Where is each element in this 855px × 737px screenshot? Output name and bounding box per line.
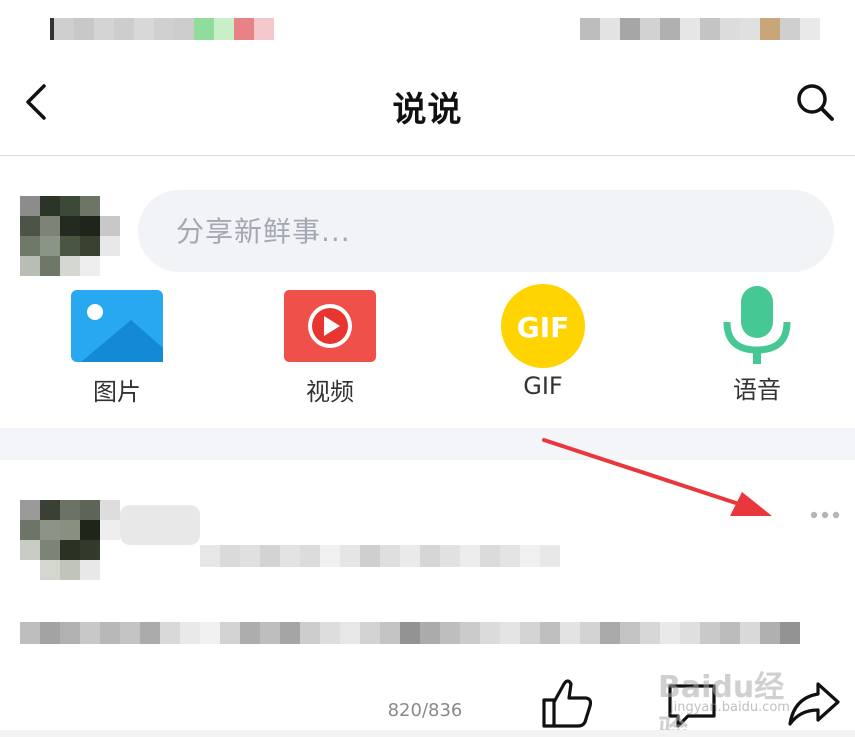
share-icon <box>788 682 840 726</box>
media-option-gif[interactable]: GIF GIF <box>478 284 608 400</box>
media-label-gif: GIF <box>523 372 563 400</box>
comment-icon <box>668 684 716 728</box>
post-meta-blurred <box>200 545 560 567</box>
post-author-avatar[interactable] <box>20 500 120 580</box>
bottom-edge <box>0 730 855 737</box>
image-icon <box>71 290 163 362</box>
gif-icon: GIF <box>501 284 585 368</box>
media-label-video: 视频 <box>306 378 354 406</box>
user-avatar[interactable] <box>20 196 120 276</box>
status-bar <box>0 0 855 58</box>
section-divider <box>0 428 855 460</box>
media-label-image: 图片 <box>93 378 141 406</box>
video-icon <box>284 290 376 362</box>
comment-button[interactable] <box>664 676 720 732</box>
status-bar-right-blurred <box>580 18 820 40</box>
post-body-blurred <box>20 622 800 644</box>
like-icon <box>542 679 593 728</box>
search-button[interactable] <box>793 80 837 124</box>
page-title: 说说 <box>392 90 463 130</box>
post-author-name-blurred <box>120 505 200 545</box>
share-status-input[interactable] <box>138 190 834 272</box>
media-option-voice[interactable]: 语音 <box>692 286 822 405</box>
more-dots-icon <box>810 511 840 519</box>
status-bar-left-blurred <box>50 18 274 40</box>
like-button[interactable] <box>540 676 596 732</box>
gif-icon-text: GIF <box>517 311 570 344</box>
media-option-video[interactable]: 视频 <box>265 290 395 407</box>
media-option-image[interactable]: 图片 <box>52 290 182 407</box>
search-icon <box>797 84 834 121</box>
share-button[interactable] <box>786 676 842 732</box>
post-more-options-button[interactable] <box>808 505 848 525</box>
microphone-icon <box>723 286 791 364</box>
image-counter: 820/836 <box>387 700 463 721</box>
top-nav-bar: 说说 <box>0 58 855 156</box>
media-label-voice: 语音 <box>733 376 781 404</box>
